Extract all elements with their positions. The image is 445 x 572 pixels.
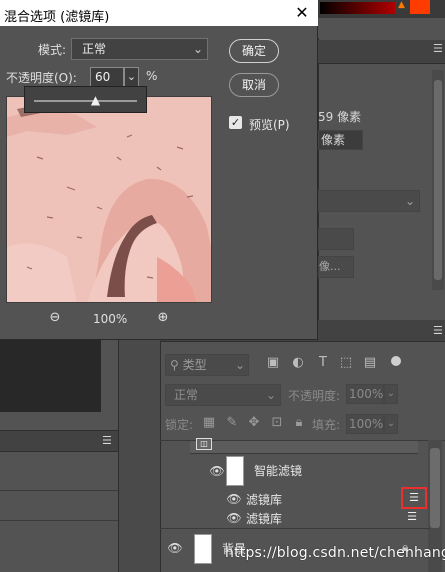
lock-transparent-icon[interactable]: ▦ [201,415,217,431]
divider [190,453,418,454]
zoom-level: 100% [93,312,128,326]
color-swatch[interactable] [410,0,430,14]
opacity-slider-thumb[interactable]: ▲ [90,94,101,106]
chevron-down-icon: ⌄ [192,42,203,56]
layer-kind-filter[interactable]: ⚲ 类型 ⌄ [165,354,249,376]
eye-icon[interactable]: 👁︎ [226,493,242,505]
mode-label: 模式: [38,43,67,57]
filter-blending-options-icon[interactable]: ☰ [403,510,421,524]
close-button[interactable]: ✕ [292,3,312,23]
zoom-out-icon[interactable]: ⊖ [47,310,63,326]
size-readout: 59 像素 [318,110,362,124]
layer-opacity-label: 不透明度: [288,389,341,403]
middle-column [118,320,160,572]
lock-position-icon[interactable]: ✥ [246,415,262,431]
properties-dropdown[interactable]: ⌄ [318,190,420,212]
preview-checkbox[interactable]: ✓ [229,116,242,129]
background-thumbnail[interactable] [194,534,212,564]
canvas-area [0,340,101,412]
eye-icon[interactable]: 👁︎ [226,512,242,524]
fill-label: 填充: [312,418,341,432]
divider [0,490,118,491]
preview-image[interactable] [6,96,212,303]
panel-menu-icon[interactable]: ☰ [102,434,112,447]
lock-artboard-icon[interactable]: ⊡ [269,415,285,431]
search-icon: ⚲ [170,358,179,372]
layer-opacity-field[interactable]: 100% [346,384,384,404]
opacity-dropdown-button[interactable]: ⌄ [124,67,139,87]
image-filter-icon[interactable]: ▣ [265,355,281,371]
smart-filters-label: 智能滤镜 [254,464,303,478]
filter-name[interactable]: 滤镜库 [246,510,282,527]
blend-mode-value: 正常 [174,388,199,402]
unit-field[interactable]: 像素 [318,130,363,150]
smart-object-icon: ◫ [196,438,212,450]
watermark: https://blog.csdn.net/chenhangx [225,545,445,561]
properties-panel-header [318,40,445,64]
divider [160,528,430,529]
ok-button[interactable]: 确定 [229,39,279,63]
left-panel-header [0,430,118,452]
filter-toggle-icon[interactable] [391,356,401,366]
filter-name[interactable]: 滤镜库 [246,491,282,508]
lock-all-icon[interactable]: 🔒︎ [291,415,307,431]
properties-field[interactable] [318,228,354,250]
smart-object-filter-icon[interactable]: ▤ [362,355,378,371]
shape-filter-icon[interactable]: ⬚ [338,355,354,371]
cancel-button[interactable]: 取消 [229,73,279,97]
type-filter-icon[interactable]: T [315,355,331,371]
lock-paint-icon[interactable]: ✎ [224,415,240,431]
properties-scroll-thumb[interactable] [434,80,442,280]
preview-label[interactable]: 预览(P) [249,116,290,133]
highlight-box [401,487,427,509]
eye-icon[interactable]: 👁︎ [167,542,183,554]
zoom-in-icon[interactable]: ⊕ [155,310,171,326]
chevron-down-icon[interactable]: ⌄ [384,414,398,434]
opacity-slider-track[interactable] [34,100,137,102]
divider [0,520,118,521]
mode-select[interactable]: 正常 ⌄ [71,38,208,60]
opacity-unit: % [146,69,158,83]
panel-menu-icon[interactable]: ☰ [433,42,443,55]
gradient-swatch[interactable] [320,2,395,14]
opacity-label: 不透明度(O): [6,71,77,85]
properties-button[interactable]: 像... [318,256,354,278]
chevron-down-icon: ⌄ [404,194,415,208]
warning-icon: ▲ [398,0,405,10]
opacity-field[interactable]: 60 [90,67,124,87]
chevron-down-icon[interactable]: ⌄ [384,384,398,404]
lock-label: 锁定: [165,418,194,432]
mode-value: 正常 [82,42,107,56]
panel-menu-icon[interactable]: ☰ [433,324,443,337]
adjustment-filter-icon[interactable]: ◐ [290,355,306,371]
kind-label: 类型 [182,358,207,372]
filter-mask-thumbnail[interactable] [226,456,244,486]
chevron-down-icon: ⌄ [265,388,276,402]
eye-icon[interactable]: 👁︎ [209,465,225,477]
chevron-down-icon: ⌄ [234,358,245,372]
fill-field[interactable]: 100% [346,414,384,434]
preview-artwork [7,97,211,302]
layer-row[interactable] [190,441,418,453]
layers-scroll-thumb[interactable] [430,448,440,528]
dialog-title: 混合选项 (滤镜库) [4,10,110,25]
blend-mode-select[interactable]: 正常 ⌄ [165,384,281,406]
